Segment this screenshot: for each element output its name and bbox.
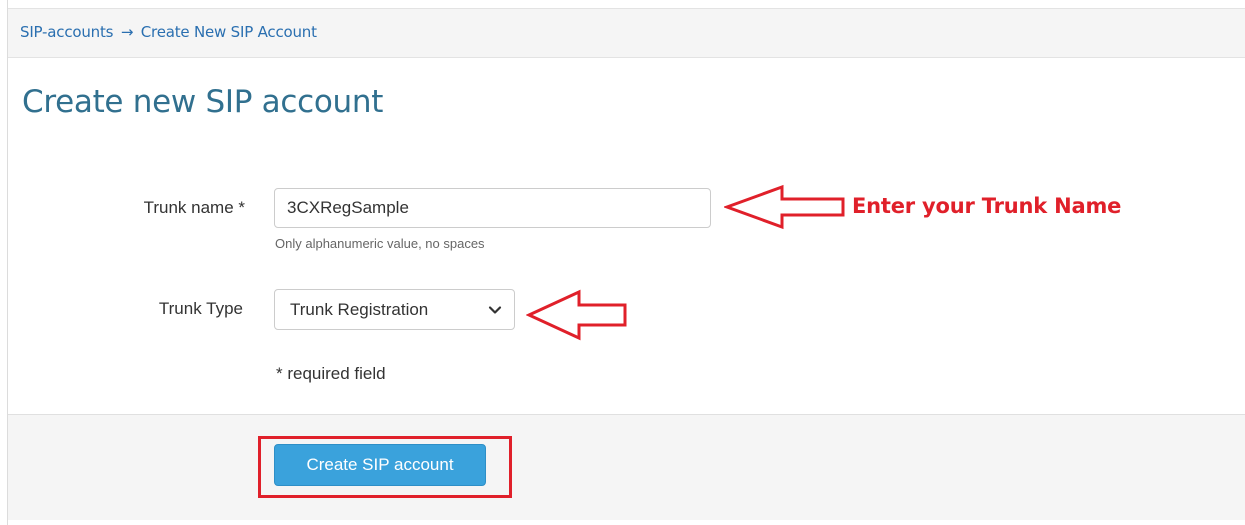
trunk-type-label: Trunk Type [158,299,243,318]
breadcrumb-link-sip-accounts[interactable]: SIP-accounts [20,23,113,41]
form-actions-bar [8,414,1245,520]
page-title: Create new SIP account [22,84,384,120]
trunk-name-annotation: Enter your Trunk Name [852,194,1122,218]
breadcrumb-current: Create New SIP Account [140,23,317,41]
trunk-name-label: Trunk name * [143,198,245,217]
trunk-type-select[interactable]: Trunk Registration [274,289,515,330]
breadcrumb-separator: → [120,23,134,41]
breadcrumb: SIP-accounts → Create New SIP Account [20,23,317,41]
breadcrumb-bar: SIP-accounts → Create New SIP Account [8,8,1245,58]
submit-highlight-box [258,436,512,498]
trunk-name-help-text: Only alphanumeric value, no spaces [275,236,485,251]
chevron-down-icon [488,306,502,314]
required-field-note: * required field [276,364,386,383]
trunk-name-input[interactable] [274,188,711,228]
left-arrow-icon [526,289,627,341]
left-arrow-icon [724,184,845,230]
trunk-type-selected-value: Trunk Registration [290,300,429,319]
